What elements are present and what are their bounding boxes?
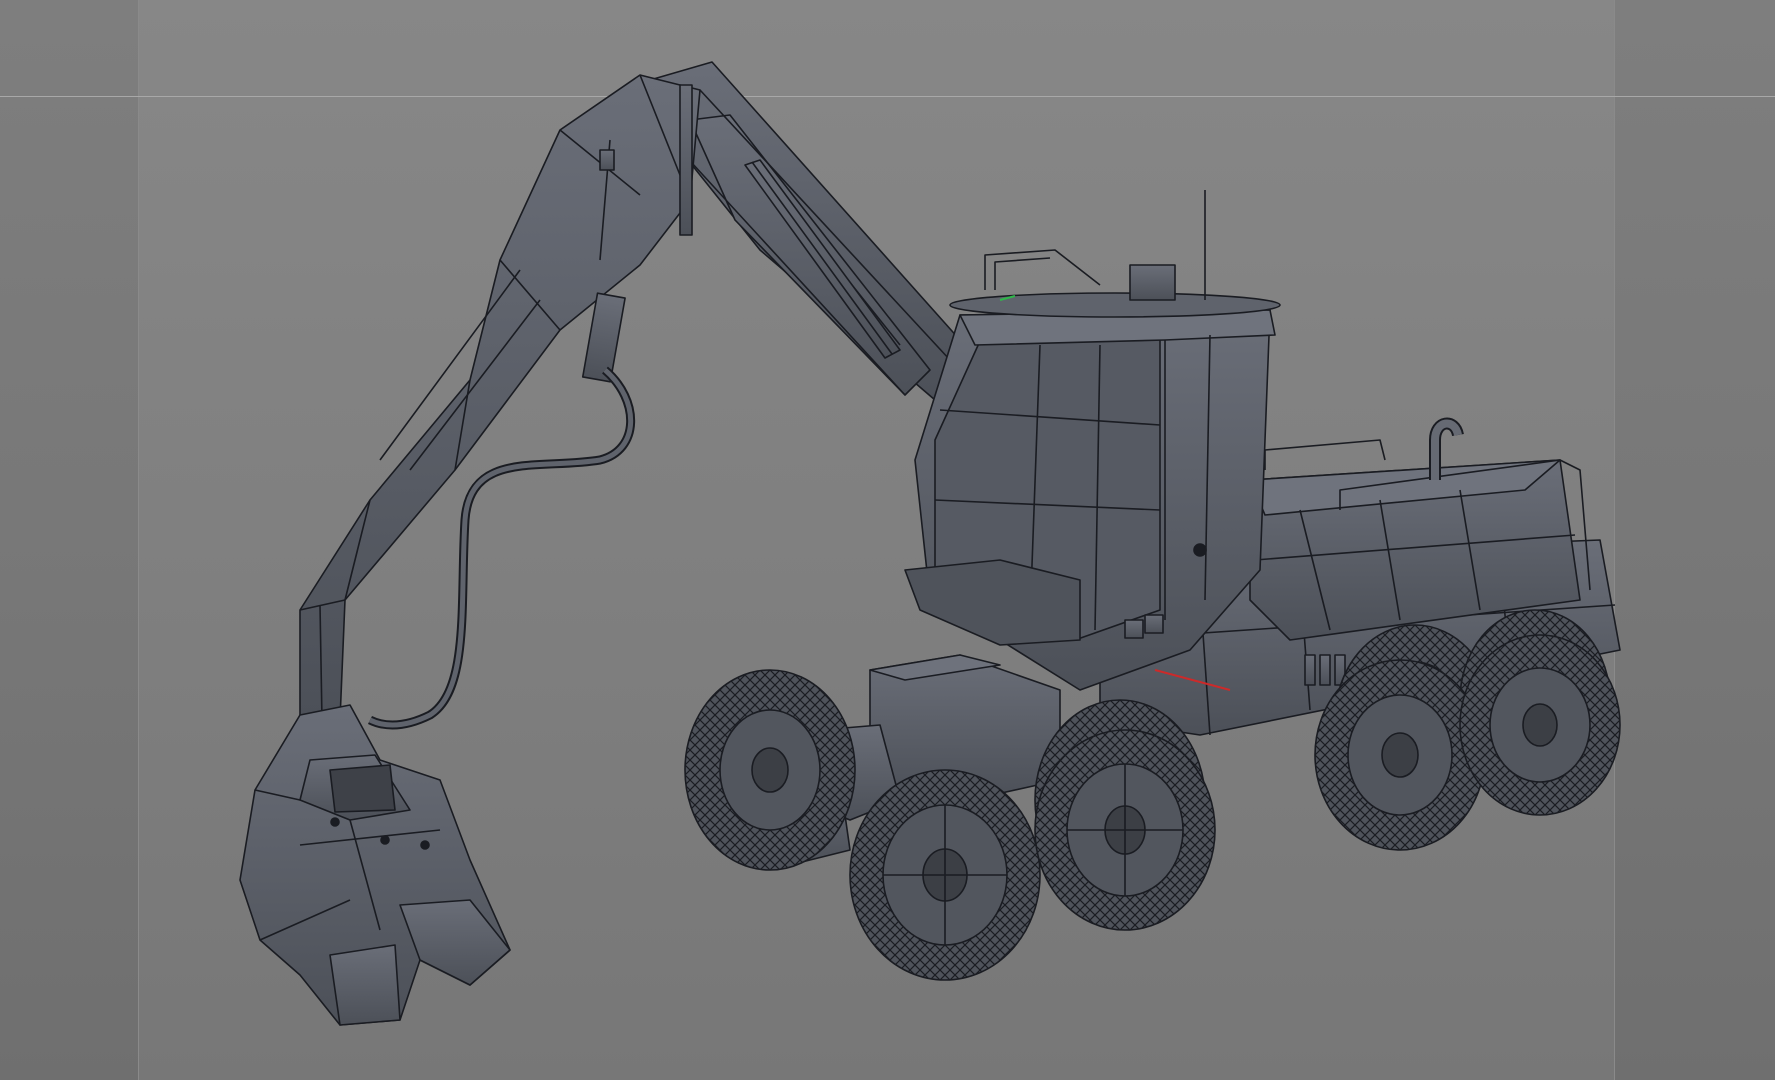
- wheel-rear-left-1: [684, 669, 856, 871]
- harvester-head: [239, 704, 511, 1026]
- hydraulic-hose: [367, 366, 636, 730]
- wheel-front-left-1: [849, 769, 1041, 981]
- wheel-rear-right-2: [1459, 634, 1621, 816]
- wheel-front-left-2: [1034, 729, 1216, 931]
- wheel-rear-right-1: [1314, 659, 1486, 851]
- 3d-viewport[interactable]: [0, 0, 1775, 1080]
- harvester-model[interactable]: [0, 0, 1775, 1080]
- main-boom: [299, 74, 701, 721]
